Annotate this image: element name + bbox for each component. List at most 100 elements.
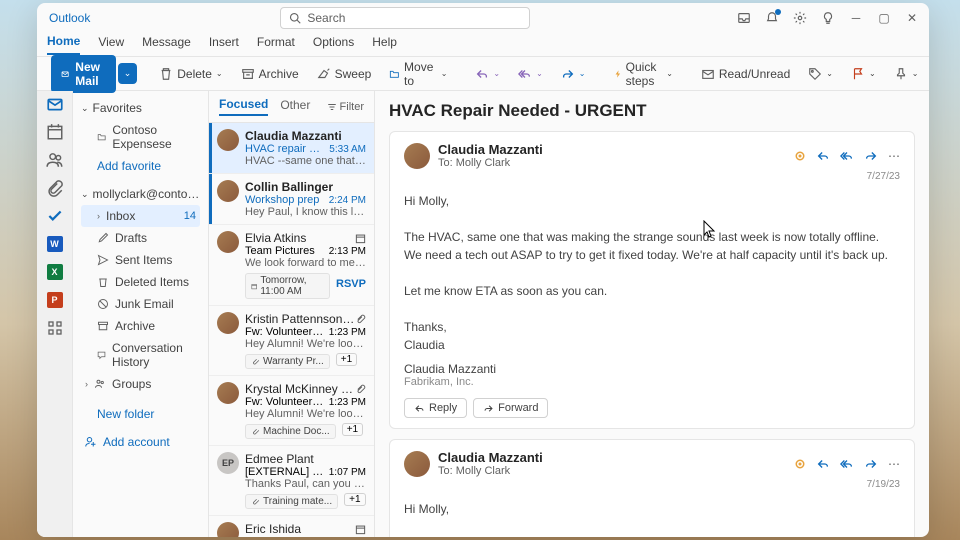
folder-deleted[interactable]: Deleted Items: [81, 271, 200, 293]
message-item[interactable]: EPEdmee Plant[EXTERNAL] Quota per...1:07…: [209, 446, 374, 516]
chat-icon: [97, 349, 106, 361]
favorites-header[interactable]: ⌄Favorites: [81, 97, 200, 119]
forward-icon[interactable]: [864, 149, 878, 163]
message-preview: We look forward to meeting our fall...: [245, 257, 366, 269]
notification-bell-icon[interactable]: [765, 11, 779, 25]
gear-icon[interactable]: [793, 11, 807, 25]
avatar: EP: [217, 452, 239, 474]
message-item[interactable]: Kristin Pattennson (2)Fw: Volunteers Nee…: [209, 306, 374, 376]
avatar: [217, 312, 239, 334]
forward-button[interactable]: Forward: [473, 398, 548, 418]
flag-icon: [851, 67, 865, 81]
email-message: Claudia MazzantiTo: Molly Clark ⋯ 7/19/2…: [389, 439, 915, 537]
maximize-button[interactable]: ▢: [877, 11, 891, 25]
new-mail-button[interactable]: New Mail: [51, 55, 116, 93]
message-item[interactable]: Claudia MazzantiHVAC repair needed - U(1…: [209, 123, 374, 174]
add-favorite-link[interactable]: Add favorite: [81, 155, 200, 177]
to-line: To: Molly Clark: [438, 157, 786, 169]
tab-format[interactable]: Format: [257, 35, 295, 54]
to-line: To: Molly Clark: [438, 465, 786, 477]
folder-inbox[interactable]: ›Inbox14: [81, 205, 200, 227]
rail-todo-icon[interactable]: [46, 207, 64, 225]
move-to-button[interactable]: Move to⌄: [383, 57, 453, 91]
attachment-chip[interactable]: Warranty Pr...: [245, 354, 330, 369]
rail-excel-icon[interactable]: X: [46, 263, 64, 281]
message-subject: Workshop prep: [245, 194, 325, 206]
message-subject: Team Pictures: [245, 245, 325, 257]
rail-apps-icon[interactable]: [46, 319, 64, 337]
rail-attach-icon[interactable]: [46, 179, 64, 197]
folder-sent[interactable]: Sent Items: [81, 249, 200, 271]
more-icon[interactable]: ⋯: [888, 457, 900, 471]
reply-ribbon[interactable]: ⌄: [469, 64, 506, 84]
attachment-chip[interactable]: Tomorrow, 11:00 AM: [245, 273, 330, 299]
folder-drafts[interactable]: Drafts: [81, 227, 200, 249]
reply-button[interactable]: Reply: [404, 398, 467, 418]
rail-mail-icon[interactable]: [46, 95, 64, 113]
lightning-icon: [614, 67, 622, 81]
forward-icon[interactable]: [864, 457, 878, 471]
message-subject: Training session: [245, 536, 325, 537]
tag-button[interactable]: ⌄: [802, 64, 839, 84]
avatar: [217, 382, 239, 404]
account-header[interactable]: ⌄mollyclark@contoso.com: [81, 183, 200, 205]
rail-people-icon[interactable]: [46, 151, 64, 169]
message-time: 2:13 PM: [329, 537, 366, 538]
message-item[interactable]: Collin BallingerWorkshop prep2:24 PMHey …: [209, 174, 374, 225]
tab-home[interactable]: Home: [47, 34, 80, 55]
person-plus-icon: [85, 436, 97, 448]
more-icon[interactable]: ⋯: [888, 149, 900, 163]
folder-archive[interactable]: Archive: [81, 315, 200, 337]
filter-button[interactable]: Filter: [327, 101, 364, 113]
close-button[interactable]: ✕: [905, 11, 919, 25]
message-date: 7/19/23: [404, 479, 900, 490]
new-folder-link[interactable]: New folder: [81, 403, 200, 425]
message-item[interactable]: Elvia AtkinsTeam Pictures 2:13 PMWe look …: [209, 225, 374, 306]
read-unread-button[interactable]: Read/Unread: [695, 64, 796, 84]
tab-options[interactable]: Options: [313, 35, 354, 54]
archive-button[interactable]: Archive: [235, 64, 305, 84]
tab-view[interactable]: View: [98, 35, 124, 54]
new-mail-dropdown[interactable]: ⌄: [118, 63, 138, 84]
tab-insert[interactable]: Insert: [209, 35, 239, 54]
forward-ribbon[interactable]: ⌄: [555, 64, 592, 84]
minimize-button[interactable]: ─: [849, 11, 863, 25]
sweep-button[interactable]: Sweep: [311, 64, 378, 84]
search-input[interactable]: Search: [280, 7, 530, 29]
delete-button[interactable]: Delete⌄: [153, 64, 228, 84]
folder-junk[interactable]: Junk Email: [81, 293, 200, 315]
replyall-ribbon[interactable]: ⌄: [512, 64, 549, 84]
message-time: 2:13 PM: [329, 246, 366, 257]
inbox-tray-icon[interactable]: [737, 11, 751, 25]
reply-icon[interactable]: [816, 457, 830, 471]
rail-ppt-icon[interactable]: P: [46, 291, 64, 309]
folder-groups[interactable]: ›Groups: [81, 373, 200, 395]
folder-conv[interactable]: Conversation History: [81, 337, 200, 373]
message-sender: Krystal McKinney (2): [245, 382, 355, 396]
pin-icon: [894, 67, 908, 81]
reply-all-icon[interactable]: [840, 457, 854, 471]
pin-button[interactable]: ⌄: [888, 64, 925, 84]
message-item[interactable]: Krystal McKinney (2)Fw: Volunteers Neede…: [209, 376, 374, 446]
attachment-chip[interactable]: Training mate...: [245, 494, 338, 509]
quick-steps-button[interactable]: Quick steps⌄: [608, 57, 679, 91]
reply-icon[interactable]: [816, 149, 830, 163]
other-tab[interactable]: Other: [280, 98, 310, 115]
reply-all-icon[interactable]: [840, 149, 854, 163]
folder-contoso[interactable]: Contoso Expensese: [81, 119, 200, 155]
nav-rail: W X P: [37, 91, 73, 537]
tab-help[interactable]: Help: [372, 35, 397, 54]
rail-word-icon[interactable]: W: [46, 235, 64, 253]
attachment-chip[interactable]: Machine Doc...: [245, 424, 336, 439]
add-account-link[interactable]: Add account: [81, 431, 200, 453]
lightbulb-icon[interactable]: [821, 11, 835, 25]
message-sender: Elvia Atkins: [245, 231, 355, 245]
badge-icon: [794, 458, 806, 470]
rail-calendar-icon[interactable]: [46, 123, 64, 141]
calendar-icon: [355, 233, 366, 244]
message-item[interactable]: Eric IshidaTraining session2:13 PMWe loo…: [209, 516, 374, 537]
message-sender: Collin Ballinger: [245, 180, 366, 194]
focused-tab[interactable]: Focused: [219, 97, 268, 116]
tab-message[interactable]: Message: [142, 35, 191, 54]
flag-button[interactable]: ⌄: [845, 64, 882, 84]
